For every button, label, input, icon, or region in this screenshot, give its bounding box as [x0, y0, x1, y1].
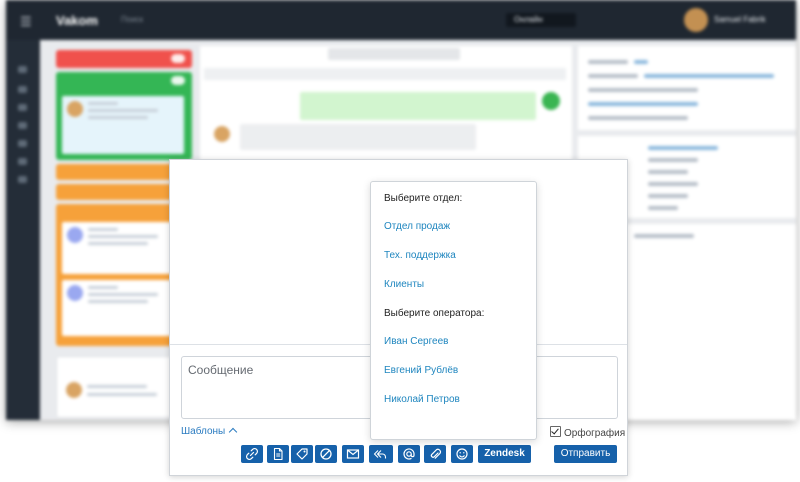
- emoji-button[interactable]: [451, 445, 473, 463]
- operator-option-ivan[interactable]: Иван Сергеев: [384, 336, 448, 347]
- spellcheck-toggle[interactable]: Орфография: [550, 426, 625, 439]
- document-button[interactable]: [267, 445, 289, 463]
- chat-area-background: [200, 46, 572, 166]
- chevron-up-icon: [228, 427, 238, 437]
- templates-label: Шаблоны: [181, 426, 226, 437]
- department-option-sales[interactable]: Отдел продаж: [384, 221, 450, 232]
- transfer-dropdown: Выберите отдел: Отдел продаж Тех. поддер…: [370, 181, 537, 440]
- status-select[interactable]: Онлайн: [506, 13, 576, 27]
- sidebar: [6, 40, 40, 420]
- smile-icon: [456, 448, 468, 460]
- department-option-clients[interactable]: Клиенты: [384, 279, 424, 290]
- operator-heading: Выберите оператора:: [384, 308, 485, 319]
- operator-option-nikolay[interactable]: Николай Петров: [384, 394, 460, 405]
- document-icon: [273, 447, 283, 461]
- zendesk-button[interactable]: Zendesk: [478, 445, 531, 463]
- forward-button[interactable]: [369, 445, 393, 463]
- sidebar-icon[interactable]: [18, 158, 27, 165]
- app-logo: Vakom: [56, 13, 98, 28]
- email-button[interactable]: [342, 445, 364, 463]
- spellcheck-label: Орфография: [564, 428, 626, 439]
- send-button[interactable]: Отправить: [554, 445, 617, 463]
- block-icon: [320, 448, 332, 460]
- mention-button[interactable]: [398, 445, 420, 463]
- top-bar: ☰ Vakom Поиск Онлайн Samuel Fabrik: [6, 0, 796, 40]
- department-heading: Выберите отдел:: [384, 193, 463, 204]
- search-field[interactable]: Поиск: [121, 15, 143, 24]
- operator-option-evgeny[interactable]: Евгений Рублёв: [384, 365, 458, 376]
- user-name: Samuel Fabrik: [714, 15, 766, 24]
- spellcheck-checkbox[interactable]: [550, 426, 561, 437]
- tag-button[interactable]: [291, 445, 313, 463]
- sidebar-icon[interactable]: [18, 104, 27, 111]
- sidebar-icon[interactable]: [18, 66, 27, 73]
- sidebar-icon[interactable]: [18, 140, 27, 147]
- at-icon: [403, 448, 415, 460]
- mail-icon: [346, 449, 360, 459]
- menu-icon[interactable]: ☰: [20, 14, 32, 30]
- block-button[interactable]: [315, 445, 337, 463]
- sidebar-icon[interactable]: [18, 176, 27, 183]
- link-icon: [245, 447, 259, 461]
- avatar[interactable]: [684, 8, 708, 32]
- department-option-support[interactable]: Тех. поддержка: [384, 250, 456, 261]
- sidebar-icon[interactable]: [18, 122, 27, 129]
- sidebar-icon[interactable]: [18, 86, 27, 93]
- tag-icon: [296, 448, 308, 460]
- attachment-icon: [430, 448, 442, 459]
- reply-all-icon: [373, 450, 387, 459]
- message-placeholder: Сообщение: [188, 363, 254, 377]
- insert-link-button[interactable]: [241, 445, 263, 463]
- queue-card-red[interactable]: [56, 50, 192, 68]
- templates-toggle[interactable]: Шаблоны: [181, 426, 238, 437]
- attach-button[interactable]: [424, 445, 446, 463]
- queue-card-green[interactable]: [56, 72, 192, 160]
